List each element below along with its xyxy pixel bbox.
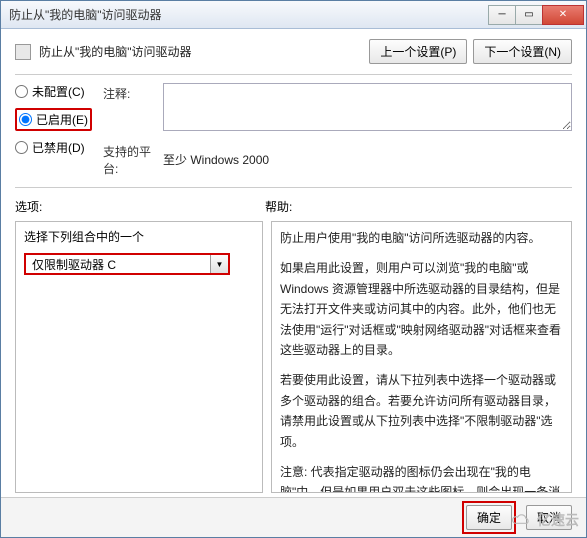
help-paragraph: 防止用户使用"我的电脑"访问所选驱动器的内容。 <box>280 228 563 248</box>
config-area: 未配置(C) 已启用(E) 已禁用(D) 注释: <box>15 83 572 177</box>
nav-buttons: 上一个设置(P) 下一个设置(N) <box>369 39 572 64</box>
platform-value: 至少 Windows 2000 <box>163 151 269 168</box>
right-column: 注释: 支持的平台: 至少 Windows 2000 <box>103 83 572 177</box>
window-title: 防止从"我的电脑"访问驱动器 <box>9 6 489 23</box>
platform-row: 支持的平台: 至少 Windows 2000 <box>103 141 572 177</box>
comment-row: 注释: <box>103 83 572 131</box>
help-paragraph: 注意: 代表指定驱动器的图标仍会出现在"我的电脑"中，但是如果用户双击这些图标，… <box>280 462 563 493</box>
page-title: 防止从"我的电脑"访问驱动器 <box>39 43 369 60</box>
footer: 确定 取消 <box>1 497 586 537</box>
content-area: 防止从"我的电脑"访问驱动器 上一个设置(P) 下一个设置(N) 未配置(C) … <box>1 29 586 497</box>
help-paragraph: 如果启用此设置，则用户可以浏览"我的电脑"或 Windows 资源管理器中所选驱… <box>280 258 563 360</box>
panel-labels: 选项: 帮助: <box>15 198 572 215</box>
options-title: 选择下列组合中的一个 <box>24 228 254 245</box>
next-setting-button[interactable]: 下一个设置(N) <box>473 39 572 64</box>
chevron-down-icon[interactable]: ▼ <box>210 255 228 273</box>
comment-label: 注释: <box>103 83 163 102</box>
drive-restriction-combobox[interactable]: 仅限制驱动器 C ▼ <box>24 253 230 275</box>
cloud-icon <box>511 513 533 527</box>
titlebar[interactable]: 防止从"我的电脑"访问驱动器 ─ ▭ ✕ <box>1 1 586 29</box>
radio-column: 未配置(C) 已启用(E) 已禁用(D) <box>15 83 103 177</box>
minimize-button[interactable]: ─ <box>488 5 516 25</box>
policy-dialog: 防止从"我的电脑"访问驱动器 ─ ▭ ✕ 防止从"我的电脑"访问驱动器 上一个设… <box>0 0 587 538</box>
radio-not-configured[interactable]: 未配置(C) <box>15 83 103 100</box>
radio-disabled-input[interactable] <box>15 141 28 154</box>
help-paragraph: 若要使用此设置，请从下拉列表中选择一个驱动器或多个驱动器的组合。若要允许访问所有… <box>280 370 563 452</box>
ok-highlight: 确定 <box>462 501 516 534</box>
header-row: 防止从"我的电脑"访问驱动器 上一个设置(P) 下一个设置(N) <box>15 39 572 64</box>
window-controls: ─ ▭ ✕ <box>489 5 584 25</box>
comment-textarea[interactable] <box>163 83 572 131</box>
divider <box>15 187 572 188</box>
combobox-value: 仅限制驱动器 C <box>26 256 210 273</box>
maximize-button[interactable]: ▭ <box>515 5 543 25</box>
radio-enabled-input[interactable] <box>19 113 32 126</box>
divider <box>15 74 572 75</box>
policy-icon <box>15 44 31 60</box>
help-panel: 防止用户使用"我的电脑"访问所选驱动器的内容。 如果启用此设置，则用户可以浏览"… <box>271 221 572 493</box>
enabled-highlight: 已启用(E) <box>15 108 92 131</box>
mid-panels: 选择下列组合中的一个 仅限制驱动器 C ▼ 防止用户使用"我的电脑"访问所选驱动… <box>15 221 572 493</box>
options-panel: 选择下列组合中的一个 仅限制驱动器 C ▼ <box>15 221 263 493</box>
help-label: 帮助: <box>265 198 292 215</box>
close-button[interactable]: ✕ <box>542 5 584 25</box>
radio-disabled[interactable]: 已禁用(D) <box>15 139 103 156</box>
watermark: 亿速云 <box>511 510 579 530</box>
radio-not-configured-input[interactable] <box>15 85 28 98</box>
platform-label: 支持的平台: <box>103 141 163 177</box>
prev-setting-button[interactable]: 上一个设置(P) <box>369 39 467 64</box>
radio-enabled[interactable]: 已启用(E) <box>19 111 88 128</box>
ok-button[interactable]: 确定 <box>466 505 512 530</box>
options-label: 选项: <box>15 198 265 215</box>
